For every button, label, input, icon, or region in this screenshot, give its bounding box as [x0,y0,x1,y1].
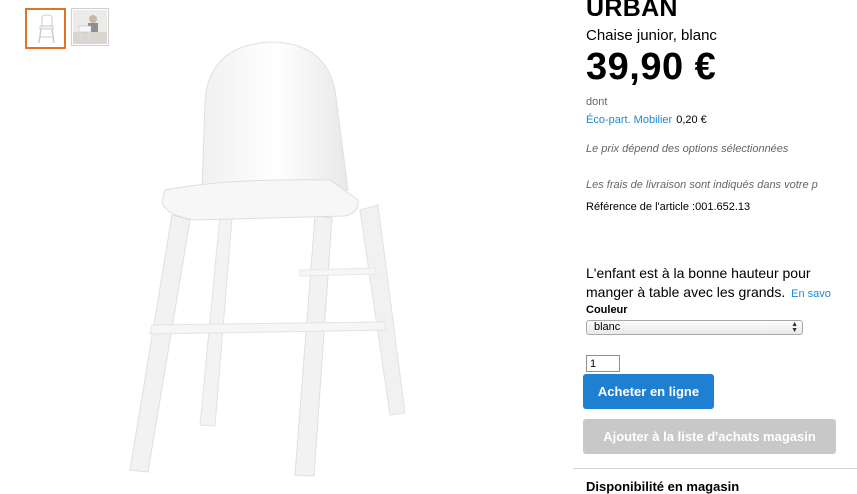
add-to-shopping-list-button[interactable]: Ajouter à la liste d'achats magasin [583,419,836,454]
description-line-1: L'enfant est à la bonne hauteur pour [586,265,811,281]
updown-arrows-icon: ▲ ▼ [791,321,798,334]
read-more-link[interactable]: En savo [791,288,831,300]
eco-participation: Éco-part. Mobilier 0,20 € [586,114,707,126]
thumbnail-chair[interactable] [25,8,66,49]
scene-thumbnail-icon [73,10,107,44]
description-line-2: manger à table avec les grands. [586,284,786,300]
shipping-note: Les frais de livraison sont indiqués dan… [586,179,818,191]
product-subtitle: Chaise junior, blanc [586,27,717,44]
product-image-chair [129,41,406,477]
section-divider [573,468,857,469]
description-line-2-container: manger à table avec les grands. En savo [586,283,857,304]
color-label: Couleur [586,304,628,316]
eco-dont-label: dont [586,96,608,108]
chair-thumbnail-icon [37,14,55,43]
eco-part-link[interactable]: Éco-part. Mobilier [586,114,672,126]
thumbnail-scene[interactable] [71,8,109,46]
product-title: URBAN [586,0,678,22]
quantity-input[interactable] [586,355,620,372]
color-select-value: blanc [594,321,621,333]
price-options-note: Le prix dépend des options sélectionnées [586,143,789,155]
thumbnail-strip [25,8,109,49]
product-description: L'enfant est à la bonne hauteur pour man… [586,264,857,304]
eco-part-value: 0,20 € [676,114,707,126]
product-price: 39,90 € [586,46,717,88]
buy-online-button[interactable]: Acheter en ligne [583,374,714,409]
color-select[interactable]: blanc ▲ ▼ [586,320,803,335]
article-reference: Référence de l'article :001.652.13 [586,201,751,213]
